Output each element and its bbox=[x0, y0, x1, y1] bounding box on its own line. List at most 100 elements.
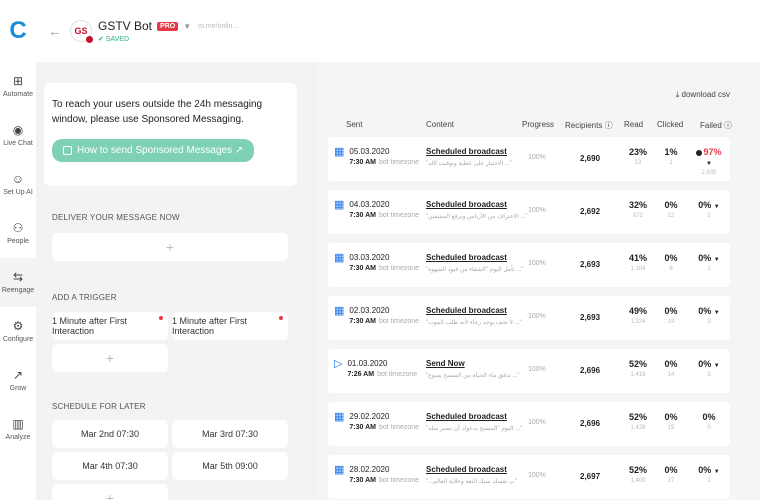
add-schedule-button[interactable]: + bbox=[52, 484, 168, 500]
header-read[interactable]: Read bbox=[624, 120, 643, 129]
schedule-item[interactable]: Mar 5th 09:00 bbox=[172, 452, 288, 480]
schedule-item[interactable]: Mar 3rd 07:30 bbox=[172, 420, 288, 448]
broadcast-setup-panel: To reach your users outside the 24h mess… bbox=[36, 62, 308, 500]
broadcast-title-link[interactable]: Scheduled broadcast bbox=[426, 412, 522, 421]
sponsored-messages-button[interactable]: How to send Sponsored Messages ↗ bbox=[52, 139, 255, 162]
content-cell: Scheduled broadcast "الاعتراف من الأرباس … bbox=[426, 200, 528, 220]
trigger-item[interactable]: 1 Minute after First Interaction bbox=[52, 312, 168, 340]
caret-down-icon[interactable]: ▼ bbox=[714, 310, 720, 316]
failed-cell[interactable]: 0% ▼ 3 bbox=[693, 359, 725, 378]
failed-cell[interactable]: 0% 0 bbox=[693, 412, 725, 431]
failed-cell[interactable]: 0% ▼ 1 bbox=[693, 253, 725, 272]
broadcast-title-link[interactable]: Scheduled broadcast bbox=[426, 253, 523, 262]
brand-logo[interactable]: C bbox=[0, 0, 36, 62]
read-cell: 32% 872 bbox=[624, 200, 652, 219]
bot-info: GSTV Bot PRO ▼ m.me/onlin... ✔ SAVED bbox=[98, 19, 238, 43]
header-content[interactable]: Content bbox=[426, 120, 454, 129]
sidebar-item-analyze[interactable]: ▥ Analyze bbox=[0, 405, 36, 454]
bot-link[interactable]: m.me/onlin... bbox=[198, 23, 238, 30]
read-count: 1,428 bbox=[630, 425, 646, 431]
header-progress[interactable]: Progress bbox=[522, 120, 554, 129]
broadcast-history-panel: ⤓ download csv Sent Content Progress Rec… bbox=[308, 62, 760, 500]
sidebar-item-grow[interactable]: ↗ Grow bbox=[0, 356, 36, 405]
sidebar-item-people[interactable]: ⚇ People bbox=[0, 209, 36, 258]
clicked-count: 19 bbox=[667, 319, 675, 325]
sent-cell: ▷ 01.03.2020 7:26 AM bot timezone bbox=[334, 359, 417, 379]
back-arrow-icon[interactable]: ← bbox=[48, 23, 62, 39]
timezone-label: bot timezone bbox=[379, 477, 420, 484]
sent-date: 28.02.2020 bbox=[349, 465, 390, 474]
schedule-item[interactable]: Mar 2nd 07:30 bbox=[52, 420, 168, 448]
add-trigger-button[interactable]: + bbox=[52, 344, 168, 372]
sent-time: 7:26 AM bbox=[347, 371, 375, 378]
sidebar-item-live-chat[interactable]: ◉ Live Chat bbox=[0, 111, 36, 160]
header-sent[interactable]: Sent bbox=[346, 120, 362, 129]
sent-date: 29.02.2020 bbox=[349, 412, 390, 421]
recipients-value: 2,690 bbox=[580, 154, 601, 163]
failed-cell[interactable]: 0% ▼ 1 bbox=[693, 465, 725, 484]
table-row[interactable]: ▦ 05.03.2020 7:30 AM bot timezone Scheduled … bbox=[328, 137, 730, 181]
header-recipients[interactable]: Recipients ⓘ bbox=[565, 120, 613, 131]
schedule-item[interactable]: Mar 4th 07:30 bbox=[52, 452, 168, 480]
bot-avatar[interactable]: GS bbox=[70, 20, 93, 43]
sent-time: 7:30 AM bbox=[349, 265, 376, 272]
sidebar-item-reengage[interactable]: ⇆ Reengage bbox=[0, 258, 36, 307]
analyze-icon: ▥ bbox=[12, 417, 24, 431]
download-csv-link[interactable]: ⤓ download csv bbox=[676, 90, 730, 100]
caret-down-icon[interactable]: ▼ bbox=[714, 363, 720, 369]
trigger-item[interactable]: 1 Minute after First Interaction bbox=[172, 312, 288, 340]
timezone-label: bot timezone bbox=[379, 265, 420, 272]
caret-down-icon[interactable]: ▼ bbox=[706, 161, 712, 167]
table-row[interactable]: ▦ 28.02.2020 7:30 AM bot timezone Scheduled … bbox=[328, 455, 730, 499]
failed-cell[interactable]: 0% ▼ 2 bbox=[693, 200, 725, 219]
failed-percent: 0% bbox=[702, 412, 716, 422]
chevron-down-icon[interactable]: ▼ bbox=[183, 22, 191, 31]
sidebar-item-set-up-ai[interactable]: ☺ Set Up AI bbox=[0, 160, 36, 209]
gear-icon: ⚙ bbox=[12, 319, 24, 333]
failed-percent: 0% bbox=[698, 200, 712, 210]
calendar-icon: ▦ bbox=[334, 146, 345, 158]
broadcast-title-link[interactable]: Scheduled broadcast bbox=[426, 306, 522, 315]
broadcast-title-link[interactable]: Send Now bbox=[426, 359, 519, 368]
recipients-value: 2,693 bbox=[580, 260, 601, 269]
caret-down-icon[interactable]: ▼ bbox=[714, 257, 720, 263]
sent-date: 03.03.2020 bbox=[349, 253, 390, 262]
sidebar-item-automate[interactable]: ⊞ Automate bbox=[0, 62, 36, 111]
sidebar-item-configure[interactable]: ⚙ Configure bbox=[0, 307, 36, 356]
clicked-count: 19 bbox=[667, 425, 675, 431]
table-row[interactable]: ▦ 02.03.2020 7:30 AM bot timezone Scheduled … bbox=[328, 296, 730, 340]
calendar-icon: ▦ bbox=[334, 199, 345, 211]
table-row[interactable]: ▷ 01.03.2020 7:26 AM bot timezone Send Now "ت… bbox=[328, 349, 730, 393]
clicked-count: 17 bbox=[667, 478, 675, 484]
bot-name[interactable]: GSTV Bot bbox=[98, 19, 152, 33]
clicked-cell: 0% 17 bbox=[659, 465, 683, 484]
table-row[interactable]: ▦ 04.03.2020 7:30 AM bot timezone Scheduled … bbox=[328, 190, 730, 234]
ai-icon: ☺ bbox=[11, 172, 25, 186]
broadcast-title-link[interactable]: Scheduled broadcast bbox=[426, 147, 512, 156]
caret-down-icon[interactable]: ▼ bbox=[714, 204, 720, 210]
clicked-cell: 0% 8 bbox=[659, 253, 683, 272]
sent-time: 7:30 AM bbox=[349, 212, 376, 219]
broadcast-preview: "تدفق ماء الحياة من المسيح يسوع ..." bbox=[426, 373, 520, 379]
progress-value: 100% bbox=[528, 419, 546, 426]
sent-time: 7:30 AM bbox=[349, 477, 376, 484]
read-count: 872 bbox=[632, 213, 643, 219]
broadcast-preview: "تأمل اليوم "الشفاء من قيود الشهوة ..." bbox=[426, 267, 524, 273]
read-percent: 32% bbox=[628, 200, 647, 210]
failed-cell[interactable]: 0% ▼ 3 bbox=[693, 306, 725, 325]
progress-value: 100% bbox=[528, 154, 546, 161]
broadcast-title-link[interactable]: Scheduled broadcast bbox=[426, 465, 517, 474]
people-icon: ⚇ bbox=[12, 221, 24, 235]
header-failed[interactable]: Failed ⓘ bbox=[700, 120, 732, 131]
caret-down-icon[interactable]: ▼ bbox=[714, 469, 720, 475]
broadcast-title-link[interactable]: Scheduled broadcast bbox=[426, 200, 528, 209]
header-clicked[interactable]: Clicked bbox=[657, 120, 683, 129]
content-cell: Scheduled broadcast "...ب نفسك سبك الثقة … bbox=[426, 465, 517, 485]
clicked-percent: 0% bbox=[664, 465, 678, 475]
table-row[interactable]: ▦ 29.02.2020 7:30 AM bot timezone Scheduled … bbox=[328, 402, 730, 446]
failed-cell[interactable]: 97% ▼ 2,635 bbox=[693, 147, 725, 176]
table-row[interactable]: ▦ 03.03.2020 7:30 AM bot timezone Scheduled … bbox=[328, 243, 730, 287]
recipients-value: 2,696 bbox=[580, 419, 601, 428]
clicked-cell: 0% 12 bbox=[659, 200, 683, 219]
add-deliver-now-button[interactable]: + bbox=[52, 233, 288, 261]
